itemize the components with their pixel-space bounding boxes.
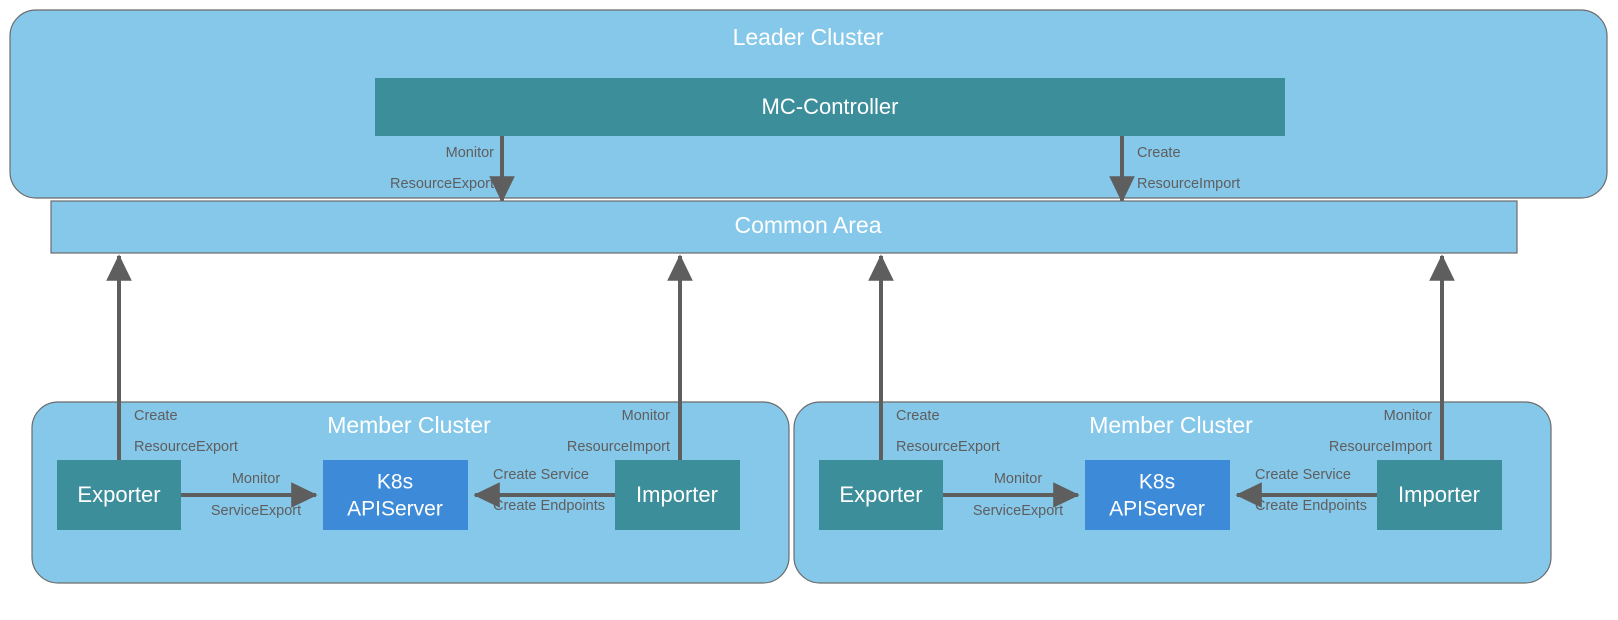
member-cluster-2-importer-label: Importer — [1398, 482, 1480, 507]
member-cluster-1-exporter-label: Exporter — [77, 482, 160, 507]
member-cluster-2-edge-label-create: Create — [896, 408, 940, 424]
member-cluster-1-edge-label-resource-export: ResourceExport — [134, 439, 238, 455]
member-cluster-2-edge-label-service-export: ServiceExport — [973, 503, 1063, 519]
edge-label-monitor: Monitor — [446, 145, 495, 161]
member-cluster-1-edge-label-create: Create — [134, 408, 178, 424]
member-cluster-1-label: Member Cluster — [327, 412, 491, 438]
leader-cluster-group: Leader Cluster MC-Controller Monitor Res… — [9, 9, 1608, 203]
common-area-group: Common Area — [50, 200, 1518, 254]
member-cluster-1-edge-label-resource-import: ResourceImport — [567, 439, 670, 455]
member-cluster-2-group: Member Cluster Exporter K8s APIServer Im… — [793, 254, 1552, 584]
member-cluster-1-apiserver-label-line2: APIServer — [347, 498, 443, 521]
architecture-diagram: Leader Cluster MC-Controller Monitor Res… — [0, 0, 1618, 620]
diagram-canvas: Leader Cluster MC-Controller Monitor Res… — [9, 9, 1608, 584]
member-cluster-1-group: Member Cluster Exporter K8s APIServer Im… — [31, 254, 790, 584]
member-cluster-1-edge-label-monitor-service: Monitor — [232, 471, 281, 487]
member-cluster-2-edge-label-monitor: Monitor — [1384, 408, 1433, 424]
member-cluster-1-edge-label-service-export: ServiceExport — [211, 503, 301, 519]
common-area-label: Common Area — [734, 212, 881, 238]
member-cluster-2-apiserver-label-line1: K8s — [1139, 471, 1175, 494]
member-cluster-2-exporter-label: Exporter — [839, 482, 922, 507]
edge-label-resource-import: ResourceImport — [1137, 176, 1240, 192]
member-cluster-2-label: Member Cluster — [1089, 412, 1253, 438]
edge-label-resource-export: ResourceExport — [390, 176, 494, 192]
member-cluster-2-edge-label-resource-import: ResourceImport — [1329, 439, 1432, 455]
leader-cluster-label: Leader Cluster — [733, 24, 884, 50]
member-cluster-2-apiserver-label-line2: APIServer — [1109, 498, 1205, 521]
member-cluster-2-edge-label-create-endpoints: Create Endpoints — [1255, 498, 1367, 514]
member-cluster-1-edge-label-monitor: Monitor — [622, 408, 671, 424]
member-cluster-2-edge-label-monitor-service: Monitor — [994, 471, 1043, 487]
mc-controller-label: MC-Controller — [762, 94, 899, 119]
edge-label-create: Create — [1137, 145, 1181, 161]
member-cluster-2-edge-label-resource-export: ResourceExport — [896, 439, 1000, 455]
member-cluster-1-apiserver-label-line1: K8s — [377, 471, 413, 494]
member-cluster-2-edge-label-create-service: Create Service — [1255, 467, 1351, 483]
member-cluster-1-edge-label-create-endpoints: Create Endpoints — [493, 498, 605, 514]
member-cluster-1-importer-label: Importer — [636, 482, 718, 507]
member-cluster-1-edge-label-create-service: Create Service — [493, 467, 589, 483]
